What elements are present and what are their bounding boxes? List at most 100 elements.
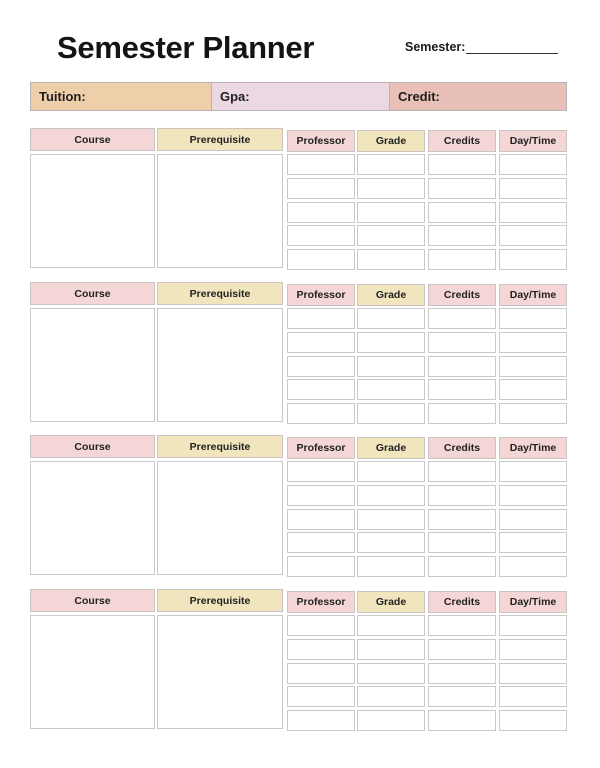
credits-cell[interactable] bbox=[428, 403, 496, 425]
day-time-cell[interactable] bbox=[499, 484, 567, 506]
day-time-cell[interactable] bbox=[499, 508, 567, 530]
credit-field[interactable]: Credit: bbox=[389, 83, 566, 110]
day-time-cell[interactable] bbox=[499, 710, 567, 732]
grade-cell[interactable] bbox=[357, 225, 425, 247]
grade-cell[interactable] bbox=[357, 556, 425, 578]
credits-cell[interactable] bbox=[428, 379, 496, 401]
day-time-cell[interactable] bbox=[499, 308, 567, 329]
day-time-cell[interactable] bbox=[499, 556, 567, 578]
credits-cell[interactable] bbox=[428, 225, 496, 247]
grade-cell[interactable] bbox=[357, 308, 425, 329]
semester-input-line[interactable] bbox=[466, 41, 559, 54]
grade-cell[interactable] bbox=[357, 461, 425, 482]
grade-cell[interactable] bbox=[357, 331, 425, 353]
grade-cell[interactable] bbox=[357, 532, 425, 554]
grade-cell[interactable] bbox=[357, 154, 425, 175]
credits-header: Credits bbox=[428, 591, 496, 613]
credits-cell[interactable] bbox=[428, 355, 496, 377]
day-time-cell[interactable] bbox=[499, 461, 567, 482]
day-time-cell[interactable] bbox=[499, 403, 567, 425]
grade-cell[interactable] bbox=[357, 177, 425, 199]
credits-cell[interactable] bbox=[428, 331, 496, 353]
prerequisite-input[interactable] bbox=[157, 461, 283, 575]
prerequisite-input[interactable] bbox=[157, 308, 283, 422]
day-time-cell[interactable] bbox=[499, 355, 567, 377]
professor-cell[interactable] bbox=[287, 308, 355, 329]
professor-cell[interactable] bbox=[287, 355, 355, 377]
tuition-field[interactable]: Tuition: bbox=[31, 83, 211, 110]
page-title: Semester Planner bbox=[57, 30, 315, 65]
grade-cell[interactable] bbox=[357, 201, 425, 223]
credits-cell[interactable] bbox=[428, 710, 496, 732]
prerequisite-header: Prerequisite bbox=[157, 128, 283, 151]
course-input[interactable] bbox=[30, 308, 155, 422]
day-time-cell[interactable] bbox=[499, 686, 567, 708]
professor-cell[interactable] bbox=[287, 177, 355, 199]
credits-cell[interactable] bbox=[428, 249, 496, 271]
credits-cell[interactable] bbox=[428, 177, 496, 199]
professor-cell[interactable] bbox=[287, 331, 355, 353]
day-time-cell[interactable] bbox=[499, 379, 567, 401]
credits-cell[interactable] bbox=[428, 308, 496, 329]
grade-cell[interactable] bbox=[357, 403, 425, 425]
professor-cell[interactable] bbox=[287, 508, 355, 530]
professor-cell[interactable] bbox=[287, 461, 355, 482]
professor-cell[interactable] bbox=[287, 225, 355, 247]
summary-bar: Tuition: Gpa: Credit: bbox=[30, 82, 567, 111]
credits-header: Credits bbox=[428, 437, 496, 459]
day-time-cell[interactable] bbox=[499, 638, 567, 660]
grade-cell[interactable] bbox=[357, 686, 425, 708]
professor-cell[interactable] bbox=[287, 379, 355, 401]
credits-cell[interactable] bbox=[428, 532, 496, 554]
credits-cell[interactable] bbox=[428, 615, 496, 636]
professor-cell[interactable] bbox=[287, 662, 355, 684]
day-time-cell[interactable] bbox=[499, 532, 567, 554]
grade-cell[interactable] bbox=[357, 710, 425, 732]
professor-cell[interactable] bbox=[287, 484, 355, 506]
professor-cell[interactable] bbox=[287, 638, 355, 660]
grade-cell[interactable] bbox=[357, 615, 425, 636]
prerequisite-input[interactable] bbox=[157, 615, 283, 729]
grade-cell[interactable] bbox=[357, 379, 425, 401]
professor-cell[interactable] bbox=[287, 686, 355, 708]
day-time-cell[interactable] bbox=[499, 154, 567, 175]
credits-cell[interactable] bbox=[428, 461, 496, 482]
grade-cell[interactable] bbox=[357, 508, 425, 530]
professor-cell[interactable] bbox=[287, 403, 355, 425]
professor-cell[interactable] bbox=[287, 615, 355, 636]
credits-cell[interactable] bbox=[428, 556, 496, 578]
day-time-cell[interactable] bbox=[499, 201, 567, 223]
day-time-cell[interactable] bbox=[499, 177, 567, 199]
prerequisite-input[interactable] bbox=[157, 154, 283, 268]
gpa-field[interactable]: Gpa: bbox=[211, 83, 389, 110]
professor-header: Professor bbox=[287, 130, 355, 152]
professor-cell[interactable] bbox=[287, 154, 355, 175]
credits-cell[interactable] bbox=[428, 484, 496, 506]
credits-cell[interactable] bbox=[428, 662, 496, 684]
day-time-cell[interactable] bbox=[499, 662, 567, 684]
prerequisite-header: Prerequisite bbox=[157, 282, 283, 305]
professor-cell[interactable] bbox=[287, 249, 355, 271]
professor-cell[interactable] bbox=[287, 201, 355, 223]
course-input[interactable] bbox=[30, 461, 155, 575]
day-time-cell[interactable] bbox=[499, 615, 567, 636]
credits-cell[interactable] bbox=[428, 638, 496, 660]
day-time-cell[interactable] bbox=[499, 331, 567, 353]
credits-cell[interactable] bbox=[428, 508, 496, 530]
course-input[interactable] bbox=[30, 615, 155, 729]
grade-cell[interactable] bbox=[357, 355, 425, 377]
course-input[interactable] bbox=[30, 154, 155, 268]
professor-cell[interactable] bbox=[287, 556, 355, 578]
grade-cell[interactable] bbox=[357, 249, 425, 271]
credits-cell[interactable] bbox=[428, 686, 496, 708]
day-time-cell[interactable] bbox=[499, 249, 567, 271]
grade-cell[interactable] bbox=[357, 638, 425, 660]
day-time-cell[interactable] bbox=[499, 225, 567, 247]
semester-field[interactable]: Semester: bbox=[405, 40, 559, 54]
professor-cell[interactable] bbox=[287, 710, 355, 732]
credits-cell[interactable] bbox=[428, 154, 496, 175]
grade-cell[interactable] bbox=[357, 662, 425, 684]
grade-cell[interactable] bbox=[357, 484, 425, 506]
professor-cell[interactable] bbox=[287, 532, 355, 554]
credits-cell[interactable] bbox=[428, 201, 496, 223]
